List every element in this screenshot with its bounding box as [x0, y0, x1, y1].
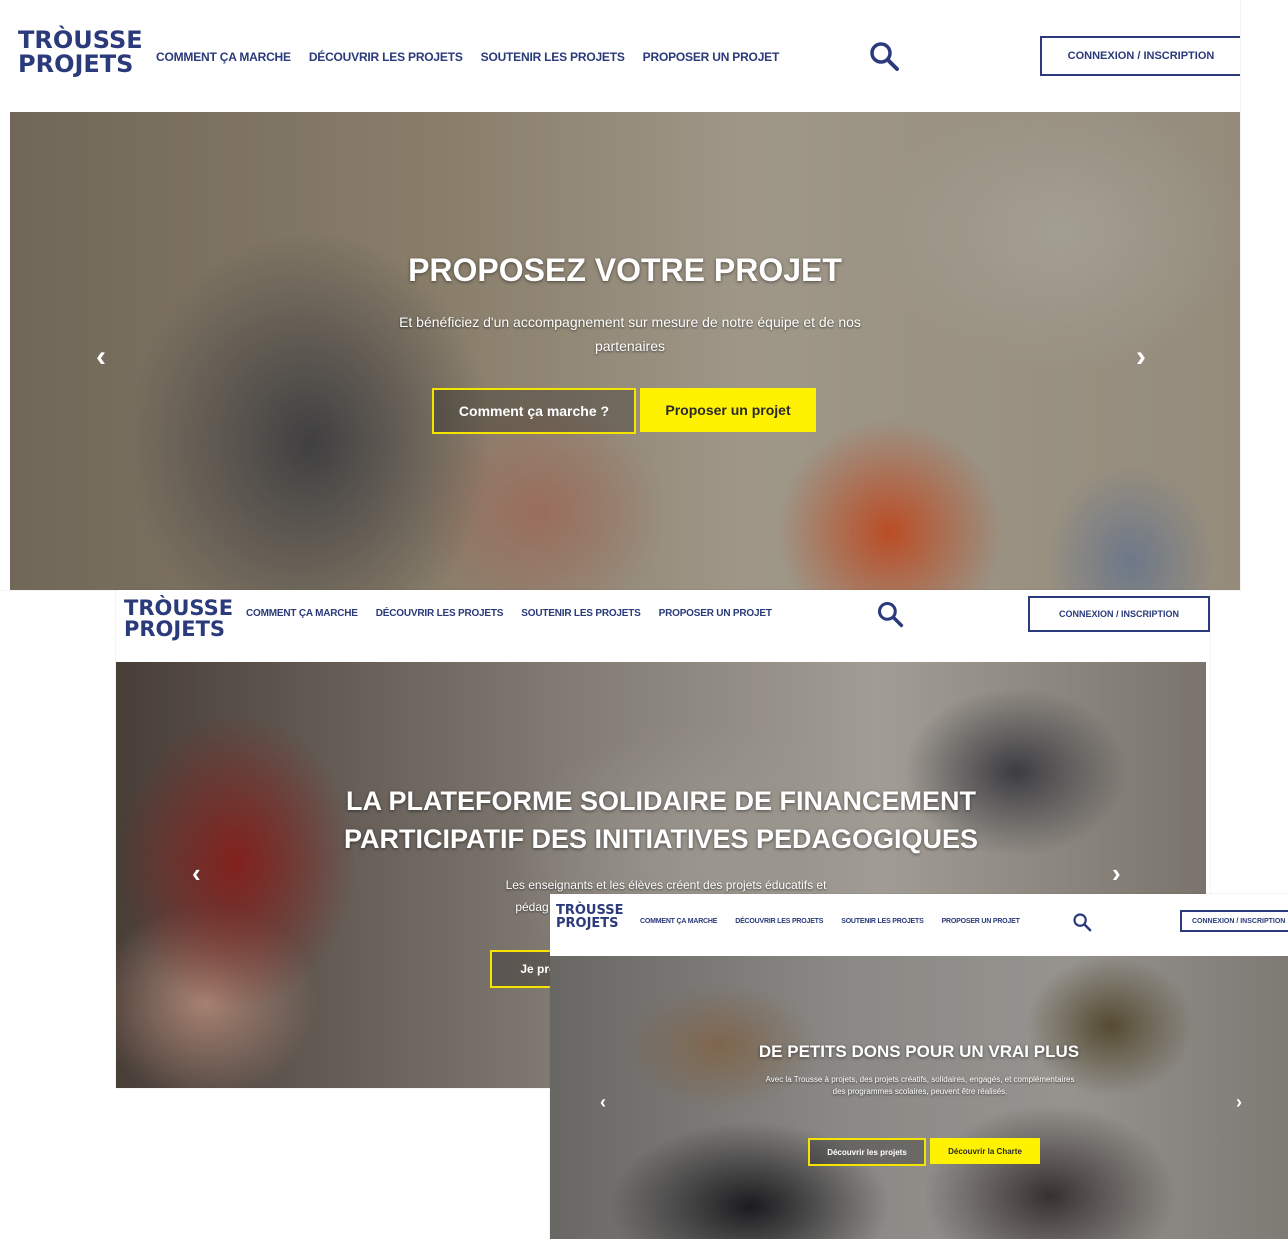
chevron-left-icon[interactable]: ‹ [600, 1092, 606, 1113]
hero-subtitle: Les enseignants et les élèves créent des… [505, 878, 827, 892]
hero-title: PROPOSEZ VOTRE PROJET [408, 252, 842, 288]
logo-line1: TRÒUSSE [124, 596, 234, 620]
chevron-left-icon[interactable]: ‹ [96, 340, 106, 374]
login-button[interactable]: CONNEXION / INSCRIPTION [1028, 596, 1210, 632]
nav-item-soutenir[interactable]: SOUTENIR LES PROJETS [481, 50, 625, 64]
hero-subtitle: Et bénéficiez d'un accompagnement sur me… [399, 314, 861, 354]
login-button[interactable]: CONNEXION / INSCRIPTION [1180, 910, 1288, 932]
logo[interactable]: TRÒUSSE PROJETS [556, 904, 624, 930]
nav-item-decouvrir[interactable]: DÉCOUVRIR LES PROJETS [735, 918, 823, 925]
chevron-right-icon[interactable]: › [1112, 858, 1121, 889]
search-icon[interactable] [1072, 912, 1092, 937]
hero-slide-1: PROPOSEZ VOTRE PROJET Et bénéficiez d'un… [10, 112, 1240, 590]
chevron-right-icon[interactable]: › [1136, 340, 1146, 374]
search-icon[interactable] [876, 600, 904, 633]
logo-line2: PROJETS [18, 50, 134, 78]
nav-item-decouvrir[interactable]: DÉCOUVRIR LES PROJETS [376, 608, 504, 619]
nav-item-decouvrir[interactable]: DÉCOUVRIR LES PROJETS [309, 50, 463, 64]
login-button[interactable]: CONNEXION / INSCRIPTION [1040, 36, 1240, 76]
propose-project-button[interactable]: Proposer un projet [640, 388, 816, 432]
logo-line1: TRÒUSSE [18, 26, 143, 54]
nav-item-proposer[interactable]: PROPOSER UN PROJET [659, 608, 772, 619]
logo[interactable]: TRÒUSSE PROJETS [18, 28, 143, 76]
nav-item-proposer[interactable]: PROPOSER UN PROJET [643, 50, 780, 64]
hero-subtitle: Avec la Trousse à projets, des projets c… [765, 1075, 1075, 1096]
hero-title-line2: PARTICIPATIF DES INITIATIVES PEDAGOGIQUE… [343, 824, 979, 854]
logo-line2: PROJETS [556, 916, 619, 931]
how-it-works-button[interactable]: Comment ça marche ? [432, 388, 636, 434]
chevron-right-icon[interactable]: › [1236, 1092, 1242, 1113]
search-icon[interactable] [868, 40, 900, 77]
nav-item-comment-ca-marche[interactable]: COMMENT ÇA MARCHE [156, 50, 291, 64]
main-nav: COMMENT ÇA MARCHE DÉCOUVRIR LES PROJETS … [640, 918, 1038, 925]
nav-item-soutenir[interactable]: SOUTENIR LES PROJETS [521, 608, 641, 619]
logo[interactable]: TRÒUSSE PROJETS [124, 598, 233, 640]
screenshot-3: TRÒUSSE PROJETS COMMENT ÇA MARCHE DÉCOUV… [550, 894, 1288, 1239]
hero-title: DE PETITS DONS POUR UN VRAI PLUS [758, 1042, 1080, 1061]
screenshot-1: TRÒUSSE PROJETS COMMENT ÇA MARCHE DÉCOUV… [0, 0, 1240, 590]
main-nav: COMMENT ÇA MARCHE DÉCOUVRIR LES PROJETS … [246, 608, 790, 619]
nav-item-soutenir[interactable]: SOUTENIR LES PROJETS [841, 918, 924, 925]
chevron-left-icon[interactable]: ‹ [192, 858, 201, 889]
nav-item-comment-ca-marche[interactable]: COMMENT ÇA MARCHE [640, 918, 717, 925]
hero-slide-3: DE PETITS DONS POUR UN VRAI PLUS Avec la… [550, 956, 1288, 1239]
nav-item-proposer[interactable]: PROPOSER UN PROJET [942, 918, 1020, 925]
discover-charter-button[interactable]: Découvrir la Charte [930, 1138, 1040, 1164]
site-header: TRÒUSSE PROJETS COMMENT ÇA MARCHE DÉCOUV… [0, 0, 1240, 112]
hero-title-line1: LA PLATEFORME SOLIDAIRE DE FINANCEMENT [346, 786, 976, 816]
site-header: TRÒUSSE PROJETS COMMENT ÇA MARCHE DÉCOUV… [550, 894, 1288, 956]
nav-item-comment-ca-marche[interactable]: COMMENT ÇA MARCHE [246, 608, 358, 619]
discover-projects-button[interactable]: Découvrir les projets [808, 1138, 926, 1166]
logo-line2: PROJETS [124, 617, 226, 641]
main-nav: COMMENT ÇA MARCHE DÉCOUVRIR LES PROJETS … [156, 50, 797, 64]
site-header: TRÒUSSE PROJETS COMMENT ÇA MARCHE DÉCOUV… [116, 590, 1210, 662]
